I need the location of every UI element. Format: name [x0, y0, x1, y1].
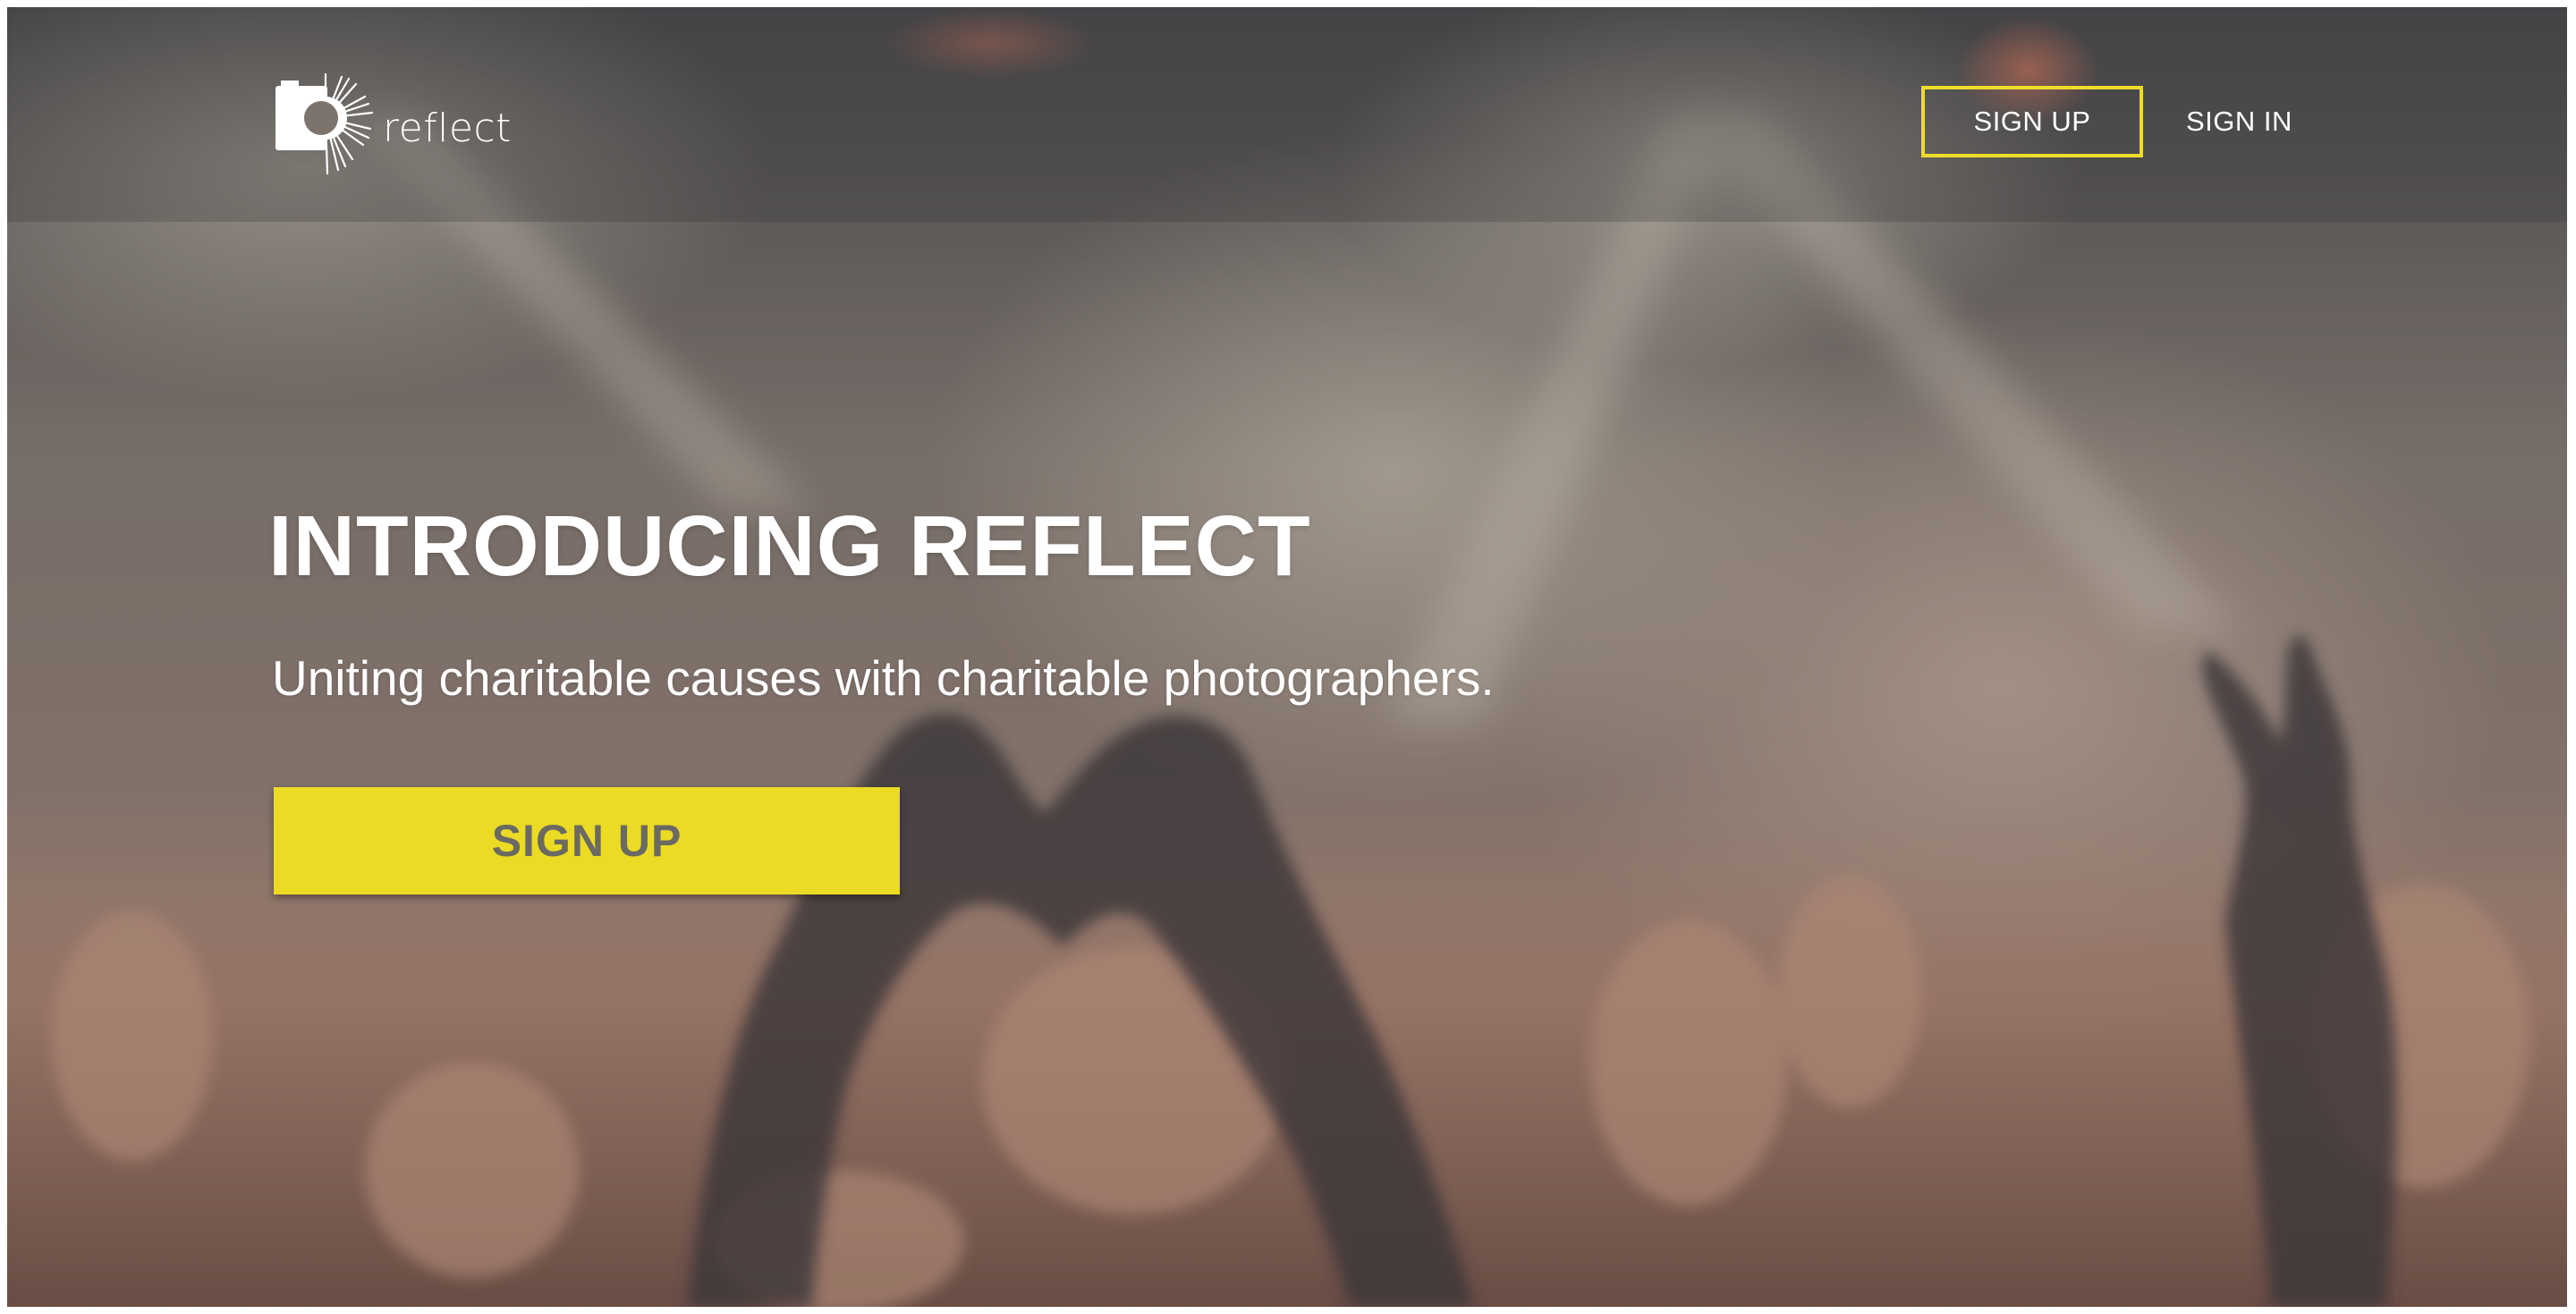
- hero-subtitle: Uniting charitable causes with charitabl…: [272, 650, 1495, 706]
- hero-signup-button[interactable]: SIGN UP: [274, 787, 900, 894]
- brand-logo[interactable]: reflect: [270, 73, 512, 175]
- camera-sunburst-icon: [275, 73, 374, 175]
- hero-title: INTRODUCING REFLECT: [268, 498, 1311, 594]
- nav-signup-button[interactable]: SIGN UP: [1921, 86, 2143, 157]
- nav-signin-link[interactable]: SIGN IN: [2186, 86, 2292, 157]
- landing-page: reflect SIGN UP SIGN IN INTRODUCING REFL…: [7, 7, 2567, 1307]
- brand-name: reflect: [383, 105, 512, 151]
